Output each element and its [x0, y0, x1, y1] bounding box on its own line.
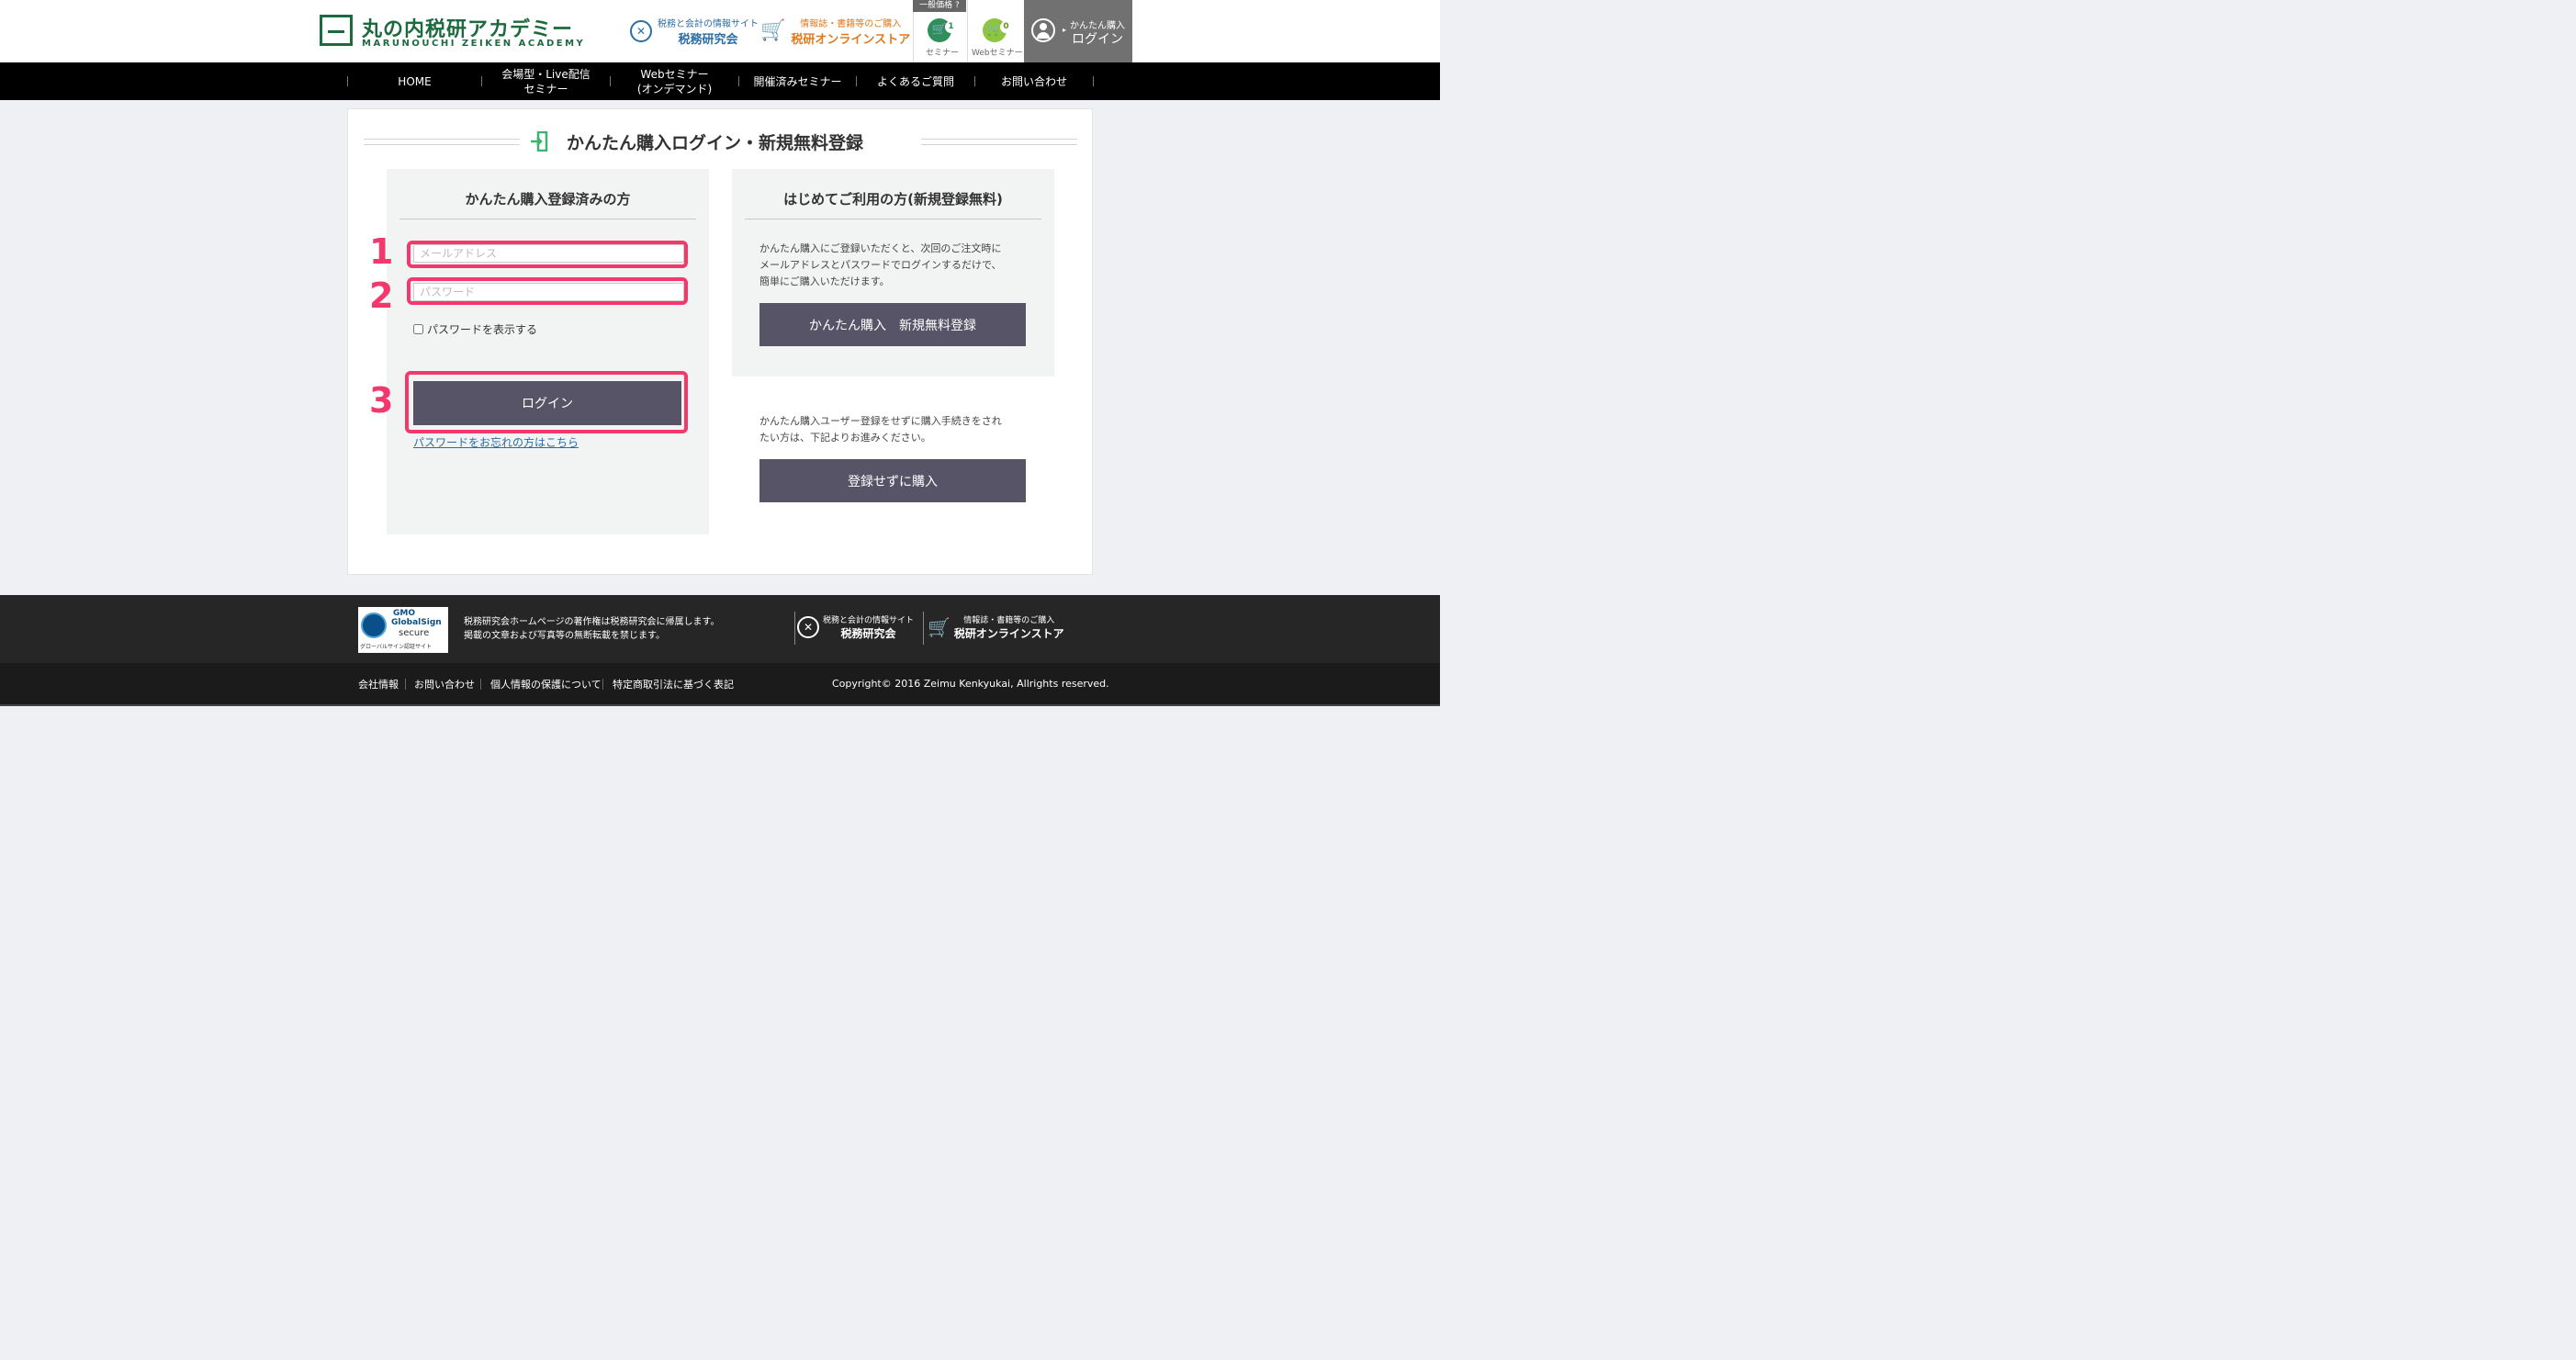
- description-line: メールアドレスとパスワードでログインするだけで、: [759, 259, 1002, 271]
- step-3-label: 3: [369, 380, 394, 421]
- guest-line: かんたん購入ユーザー登録をせずに購入手続きをされ: [759, 415, 1002, 427]
- store-link-title: 税研オンラインストア: [791, 33, 911, 47]
- nav-live-label-1: 会場型・Live配信: [501, 67, 591, 81]
- email-field[interactable]: [413, 244, 684, 263]
- new-user-heading: はじめてご利用の方(新規登録無料): [783, 191, 1003, 208]
- site-link-caption: 税務と会計の情報サイト: [658, 19, 759, 29]
- footer-bottom: 会社情報 お問い合わせ 個人情報の保護について 特定商取引法に基づく表記 Cop…: [0, 663, 1440, 706]
- footer-link-divider: [405, 679, 406, 690]
- nav-home-label: HOME: [398, 74, 432, 88]
- show-password-checkbox[interactable]: [413, 324, 423, 334]
- nav-contact-label: お問い合わせ: [1000, 74, 1067, 88]
- footer-link-privacy[interactable]: 個人情報の保護について: [490, 677, 602, 691]
- register-button[interactable]: かんたん購入 新規無料登録: [759, 303, 1026, 346]
- footer-store-link[interactable]: 🛒 情報誌・書籍等のご購入 税研オンラインストア: [928, 613, 1064, 641]
- guest-purchase-button[interactable]: 登録せずに購入: [759, 459, 1026, 502]
- nav-home[interactable]: HOME: [348, 62, 481, 100]
- web-seminar-cart[interactable]: 🛒 0 Webセミナー: [967, 0, 1023, 62]
- footer-site1-title: 税務研究会: [840, 627, 896, 640]
- nav-live-label-2: セミナー: [523, 82, 568, 96]
- password-field[interactable]: [413, 283, 684, 301]
- guest-purchase-label: 登録せずに購入: [848, 474, 938, 489]
- header-login-button[interactable]: ▸ かんたん購入 ログイン: [1024, 0, 1132, 62]
- nav-live-seminar[interactable]: 会場型・Live配信 セミナー: [482, 62, 610, 100]
- guest-description: かんたん購入ユーザー登録をせずに購入手続きをされ たい方は、下記よりお進みくださ…: [759, 413, 1002, 446]
- zeimu-logo-icon: ✕: [797, 616, 819, 638]
- nav-web-label-2: (オンデマンド): [636, 82, 713, 96]
- footer-site2-title: 税研オンラインストア: [953, 627, 1064, 640]
- guest-line: たい方は、下記よりお進みください。: [759, 432, 931, 444]
- registered-user-heading: かんたん購入登録済みの方: [465, 191, 631, 208]
- title-rule-right: [921, 139, 1077, 145]
- step-1-label: 1: [369, 231, 394, 272]
- help-icon[interactable]: ?: [955, 1, 960, 10]
- academy-logo-subtext[interactable]: MARUNOUCHI ZEIKEN ACADEMY: [362, 39, 585, 49]
- footer-copyright: Copyright© 2016 Zeimu Kenkyukai, Allrigh…: [832, 678, 1109, 690]
- footer-copyright-note: 税務研究会ホームページの著作権は税務研究会に帰属します。 掲載の文章および写真等…: [464, 615, 720, 643]
- cart-icon: 🛒: [928, 616, 951, 638]
- nav-web-seminar[interactable]: Webセミナー (オンデマンド): [611, 62, 738, 100]
- general-price-tag: 一般価格 ?: [913, 0, 966, 12]
- zeimu-logo-icon: ✕: [630, 20, 652, 42]
- footer-link-contact[interactable]: お問い合わせ: [414, 677, 475, 691]
- globalsign-eye-icon: [361, 613, 387, 638]
- page-title: かんたん購入ログイン・新規無料登録: [567, 133, 864, 153]
- show-password-label: パスワードを表示する: [427, 323, 538, 336]
- nav-faq-label: よくあるご質問: [876, 74, 954, 88]
- online-store-link[interactable]: 🛒 情報誌・書籍等のご購入 税研オンラインストア: [760, 13, 910, 50]
- description-line: 簡単にご購入いただけます。: [759, 275, 890, 287]
- global-nav: HOME 会場型・Live配信 セミナー Webセミナー (オンデマンド) 開催済み…: [0, 62, 1440, 100]
- chevron-right-icon: ▸: [1063, 26, 1067, 34]
- nav-divider: [1093, 76, 1094, 86]
- nav-web-label-1: Webセミナー: [640, 67, 709, 81]
- seminar-cart-label: セミナー: [926, 49, 960, 58]
- footer-link-divider: [602, 679, 603, 690]
- title-rule-left: [364, 139, 520, 145]
- login-button-label: ログイン: [522, 397, 573, 411]
- forgot-password-link[interactable]: パスワードをお忘れの方はこちら: [413, 434, 579, 450]
- footer-site2-caption: 情報誌・書籍等のご購入: [963, 616, 1055, 625]
- registered-user-panel: かんたん購入登録済みの方 パスワードを表示する ログイン パスワードをお忘れの方…: [387, 169, 709, 534]
- footer-divider: [794, 612, 795, 645]
- footer-link-legal[interactable]: 特定商取引法に基づく表記: [613, 677, 734, 691]
- footer-divider: [923, 612, 924, 645]
- globalsign-seal[interactable]: GMO GlobalSign secure グローバルサイン認証サイト: [358, 607, 448, 653]
- step-2-label: 2: [369, 275, 394, 316]
- login-label: ログイン: [1072, 32, 1123, 47]
- footer-zeimu-link[interactable]: ✕ 税務と会計の情報サイト 税務研究会: [797, 613, 914, 641]
- store-link-caption: 情報誌・書籍等のご購入: [800, 19, 902, 29]
- login-door-icon: [531, 131, 548, 152]
- seminar-cart-count: 1: [945, 21, 957, 33]
- site-header: 丸の内税研アカデミー MARUNOUCHI ZEIKEN ACADEMY ✕ 税…: [0, 0, 1440, 62]
- show-password-option[interactable]: パスワードを表示する: [413, 321, 537, 337]
- register-button-label: かんたん購入 新規無料登録: [809, 318, 976, 333]
- web-seminar-cart-count: 0: [1000, 21, 1012, 33]
- login-card: かんたん購入ログイン・新規無料登録 かんたん購入登録済みの方 パスワードを表示す…: [347, 108, 1093, 575]
- cart-icon: 🛒: [760, 19, 786, 42]
- copyright-note-line: 税務研究会ホームページの著作権は税務研究会に帰属します。: [464, 617, 720, 627]
- nav-contact[interactable]: お問い合わせ: [975, 62, 1093, 100]
- gs-name: GlobalSign: [391, 618, 442, 627]
- new-user-panel: はじめてご利用の方(新規登録無料) かんたん購入にご登録いただくと、次回のご注文…: [732, 169, 1054, 377]
- footer-link-company[interactable]: 会社情報: [358, 677, 399, 691]
- login-button[interactable]: ログイン: [413, 381, 681, 425]
- gs-site: グローバルサイン認証サイト: [360, 644, 432, 650]
- description-line: かんたん購入にご登録いただくと、次回のご注文時に: [759, 242, 1002, 254]
- gs-secure: secure: [399, 628, 430, 638]
- footer-link-divider: [480, 679, 481, 690]
- nav-past-seminars[interactable]: 開催済みセミナー: [739, 62, 856, 100]
- footer-site1-caption: 税務と会計の情報サイト: [823, 616, 915, 625]
- footer-top: GMO GlobalSign secure グローバルサイン認証サイト 税務研究…: [0, 595, 1440, 663]
- nav-past-label: 開催済みセミナー: [753, 74, 842, 88]
- gs-gmo: GMO: [393, 609, 415, 618]
- price-tag-label: 一般価格: [919, 1, 953, 10]
- academy-logo-icon[interactable]: [320, 15, 353, 46]
- nav-faq[interactable]: よくあるご質問: [857, 62, 974, 100]
- zeimu-kenkyukai-link[interactable]: ✕ 税務と会計の情報サイト 税務研究会: [630, 13, 759, 50]
- user-icon: [1031, 18, 1055, 42]
- new-user-description: かんたん購入にご登録いただくと、次回のご注文時に メールアドレスとパスワードでロ…: [759, 241, 1002, 290]
- site-link-title: 税務研究会: [678, 33, 738, 47]
- copyright-note-line: 掲載の文章および写真等の無断転載を禁じます。: [464, 631, 665, 641]
- web-seminar-cart-label: Webセミナー: [972, 49, 1023, 58]
